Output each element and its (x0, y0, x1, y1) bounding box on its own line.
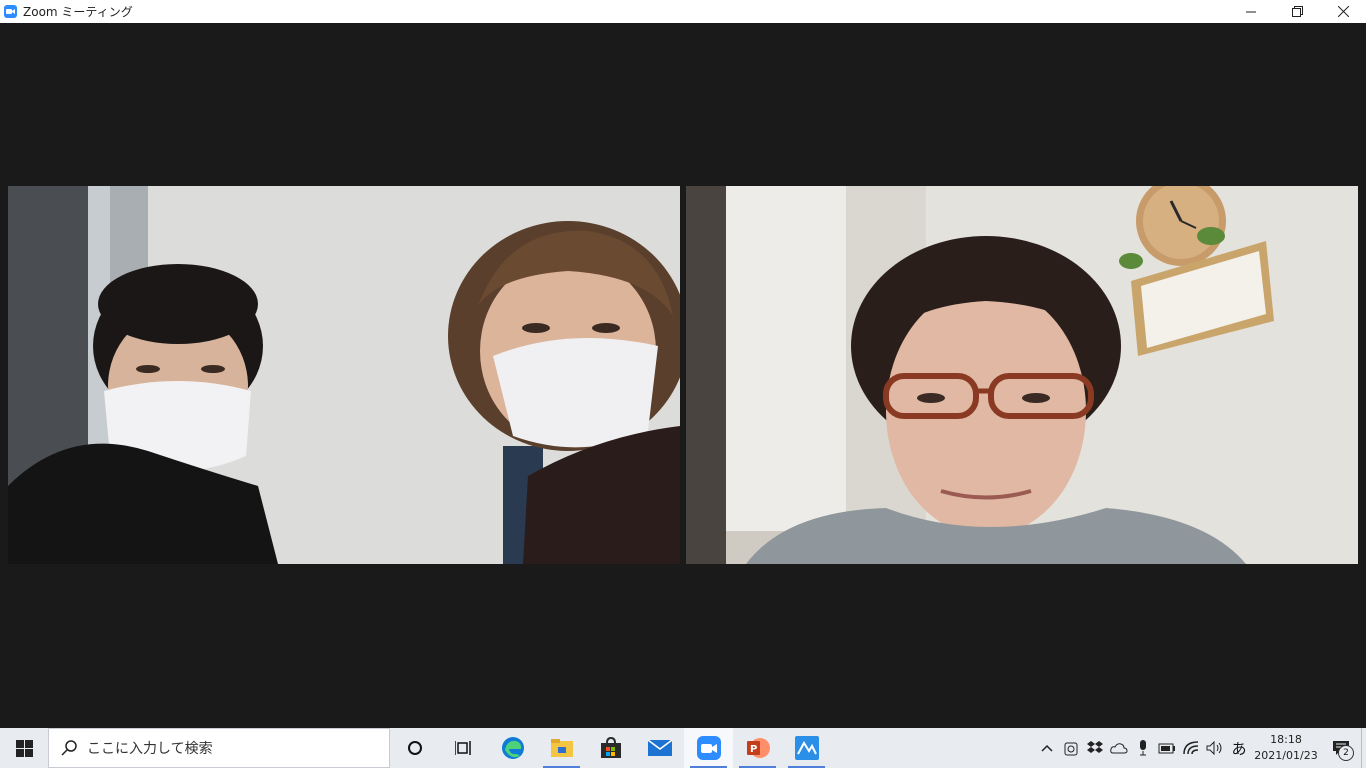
minimize-button[interactable] (1228, 0, 1274, 23)
participant-video-2[interactable] (686, 186, 1358, 564)
windows-logo-icon (15, 739, 33, 757)
restore-icon (1291, 6, 1303, 17)
dropbox-icon (1087, 741, 1103, 753)
restore-button[interactable] (1274, 0, 1320, 23)
tray-battery[interactable] (1155, 728, 1179, 768)
cortana-button[interactable] (390, 728, 439, 768)
taskbar-photo-app[interactable] (782, 728, 831, 768)
battery-icon (1158, 743, 1175, 754)
cortana-icon (407, 741, 422, 755)
cloud-icon (1110, 743, 1128, 754)
participant-video-image (8, 186, 680, 564)
store-icon (600, 737, 621, 758)
tray-volume[interactable] (1203, 728, 1227, 768)
window-titlebar: Zoom ミーティング (0, 0, 1366, 23)
start-button[interactable] (0, 728, 48, 768)
taskbar-edge[interactable] (488, 728, 537, 768)
taskbar-store[interactable] (586, 728, 635, 768)
microphone-icon (1140, 740, 1146, 756)
close-icon (1337, 6, 1349, 17)
chevron-up-icon (1041, 744, 1053, 752)
show-hidden-icons-button[interactable] (1035, 728, 1059, 768)
meet-now-icon (1064, 742, 1078, 756)
windows-taskbar: ここに入力して検索 P あ 18:18 2021/01/23 2 (0, 728, 1366, 768)
search-placeholder: ここに入力して検索 (87, 741, 213, 757)
search-icon (61, 740, 77, 756)
taskbar-zoom[interactable] (684, 728, 733, 768)
meeting-stage (0, 23, 1366, 728)
action-center-button[interactable]: 2 (1321, 728, 1361, 768)
taskbar-search-box[interactable]: ここに入力して検索 (48, 728, 390, 768)
task-view-button[interactable] (439, 728, 488, 768)
photo-app-icon (794, 736, 819, 760)
clock-date: 2021/01/23 (1254, 749, 1318, 762)
tray-dropbox[interactable] (1083, 728, 1107, 768)
clock-time: 18:18 (1270, 733, 1302, 746)
zoom-icon (696, 736, 721, 760)
taskbar-clock[interactable]: 18:18 2021/01/23 (1251, 732, 1321, 764)
ime-indicator[interactable]: あ (1227, 728, 1251, 768)
tray-microphone[interactable] (1131, 728, 1155, 768)
minimize-icon (1245, 11, 1256, 13)
notification-count-badge: 2 (1338, 745, 1354, 761)
speaker-icon (1206, 741, 1222, 755)
show-desktop-button[interactable] (1361, 728, 1366, 768)
mail-icon (647, 739, 672, 756)
folder-icon (550, 739, 573, 757)
system-tray: あ 18:18 2021/01/23 2 (1035, 728, 1366, 768)
taskbar-mail[interactable] (635, 728, 684, 768)
edge-icon (501, 737, 524, 759)
wifi-icon (1183, 741, 1199, 755)
tray-onedrive[interactable] (1107, 728, 1131, 768)
taskbar-powerpoint[interactable]: P (733, 728, 782, 768)
zoom-app-icon (4, 5, 17, 18)
task-view-icon (454, 741, 471, 755)
tray-wifi[interactable] (1179, 728, 1203, 768)
svg-text:P: P (750, 744, 757, 755)
powerpoint-icon: P (746, 738, 770, 758)
close-button[interactable] (1320, 0, 1366, 23)
window-title: Zoom ミーティング (23, 5, 133, 19)
tray-meet-now[interactable] (1059, 728, 1083, 768)
participant-video-image (686, 186, 1358, 564)
participant-video-1[interactable] (8, 186, 680, 564)
taskbar-file-explorer[interactable] (537, 728, 586, 768)
